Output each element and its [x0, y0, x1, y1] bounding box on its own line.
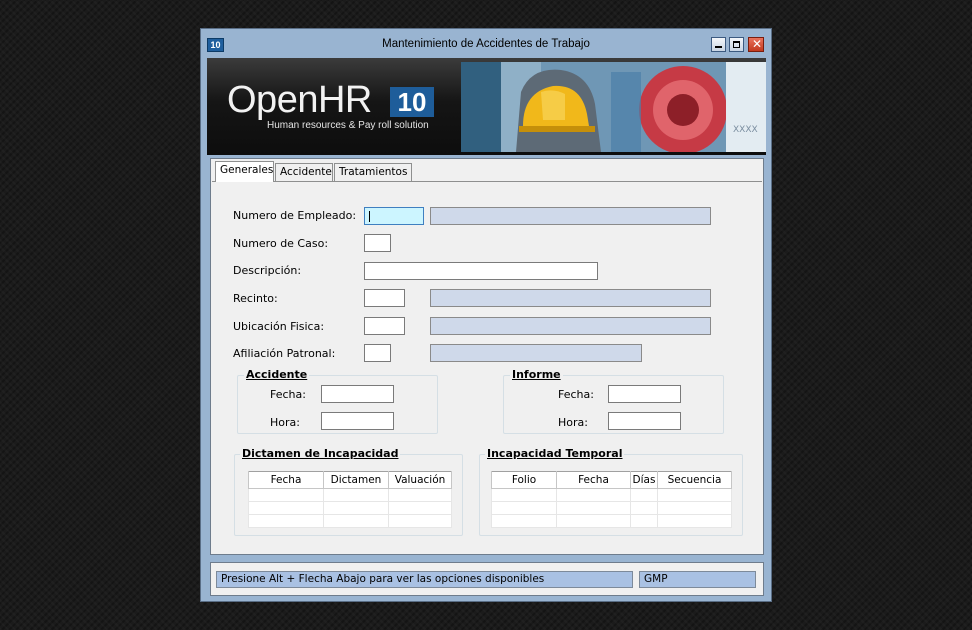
- close-icon: ✕: [752, 37, 763, 51]
- ubicacion-nombre-field: [430, 317, 711, 335]
- ubicacion-label: Ubicación Fisica:: [233, 320, 325, 333]
- informe-fecha-label: Fecha:: [558, 388, 594, 401]
- table-row[interactable]: [248, 514, 452, 528]
- tab-tratamientos[interactable]: Tratamientos: [334, 163, 412, 181]
- afiliacion-input[interactable]: [364, 344, 391, 362]
- informe-group-title: Informe: [510, 368, 563, 381]
- descripcion-label: Descripción:: [233, 264, 302, 277]
- tab-divider: [212, 181, 762, 182]
- close-button[interactable]: ✕: [748, 37, 764, 52]
- informe-fecha-input[interactable]: [608, 385, 681, 403]
- column-header-valuacion[interactable]: Valuación: [388, 471, 452, 489]
- dictamen-group: Dictamen de Incapacidad Fecha Dictamen V…: [234, 447, 463, 536]
- table-row[interactable]: [491, 488, 732, 502]
- descripcion-input[interactable]: [364, 262, 598, 280]
- status-bar: Presione Alt + Flecha Abajo para ver las…: [210, 562, 764, 596]
- logo-badge: 10: [390, 87, 434, 117]
- accidente-hora-input[interactable]: [321, 412, 394, 430]
- numero-empleado-input[interactable]: [364, 207, 424, 225]
- minimize-button[interactable]: [711, 37, 726, 52]
- accidente-group-title: Accidente: [244, 368, 310, 381]
- column-header-folio[interactable]: Folio: [491, 471, 557, 489]
- incapacidad-group-title: Incapacidad Temporal: [485, 447, 625, 460]
- window-title: Mantenimiento de Accidentes de Trabajo: [382, 38, 590, 50]
- recinto-label: Recinto:: [233, 292, 278, 305]
- product-banner: OpenHR 10 Human resources & Pay roll sol…: [207, 58, 766, 155]
- column-header-fecha[interactable]: Fecha: [556, 471, 631, 489]
- svg-text:XXXX: XXXX: [733, 125, 758, 135]
- table-row[interactable]: [491, 501, 732, 515]
- dictamen-table[interactable]: Fecha Dictamen Valuación: [248, 471, 452, 528]
- hardhat-and-valve-image: XXXX: [461, 62, 766, 152]
- logo-tagline: Human resources & Pay roll solution: [267, 120, 429, 131]
- text-caret: [369, 211, 370, 222]
- main-window: 10 Mantenimiento de Accidentes de Trabaj…: [201, 29, 771, 601]
- numero-caso-label: Numero de Caso:: [233, 237, 329, 250]
- column-header-fecha[interactable]: Fecha: [248, 471, 324, 489]
- afiliacion-nombre-field: [430, 344, 642, 362]
- column-header-dictamen[interactable]: Dictamen: [323, 471, 389, 489]
- accidente-group: Accidente Fecha: Hora:: [237, 368, 438, 434]
- tab-accidente[interactable]: Accidente: [275, 163, 333, 181]
- empleado-nombre-field: [430, 207, 711, 225]
- accidente-hora-label: Hora:: [270, 416, 300, 429]
- status-company: GMP: [639, 571, 756, 588]
- recinto-nombre-field: [430, 289, 711, 307]
- column-header-secuencia[interactable]: Secuencia: [657, 471, 732, 489]
- afiliacion-label: Afiliación Patronal:: [233, 347, 336, 360]
- minimize-icon: [715, 46, 722, 48]
- status-message: Presione Alt + Flecha Abajo para ver las…: [216, 571, 633, 588]
- title-bar[interactable]: 10 Mantenimiento de Accidentes de Trabaj…: [201, 29, 771, 58]
- incapacidad-table[interactable]: Folio Fecha Días Secuencia: [491, 471, 732, 528]
- informe-hora-label: Hora:: [558, 416, 588, 429]
- maximize-button[interactable]: [729, 37, 744, 52]
- column-header-dias[interactable]: Días: [630, 471, 658, 489]
- table-row[interactable]: [248, 488, 452, 502]
- recinto-input[interactable]: [364, 289, 405, 307]
- ubicacion-input[interactable]: [364, 317, 405, 335]
- accidente-fecha-label: Fecha:: [270, 388, 306, 401]
- form-panel: Generales Accidente Tratamientos Numero …: [210, 158, 764, 555]
- incapacidad-group: Incapacidad Temporal Folio Fecha Días Se…: [479, 447, 743, 536]
- maximize-icon: [733, 41, 740, 48]
- tab-generales[interactable]: Generales: [215, 161, 274, 182]
- banner-photo: XXXX: [461, 62, 766, 152]
- accidente-fecha-input[interactable]: [321, 385, 394, 403]
- logo-text: OpenHR: [227, 79, 372, 121]
- informe-hora-input[interactable]: [608, 412, 681, 430]
- numero-empleado-label: Numero de Empleado:: [233, 209, 357, 222]
- table-row[interactable]: [248, 501, 452, 515]
- informe-group: Informe Fecha: Hora:: [503, 368, 724, 434]
- numero-caso-input[interactable]: [364, 234, 391, 252]
- table-row[interactable]: [491, 514, 732, 528]
- dictamen-group-title: Dictamen de Incapacidad: [240, 447, 401, 460]
